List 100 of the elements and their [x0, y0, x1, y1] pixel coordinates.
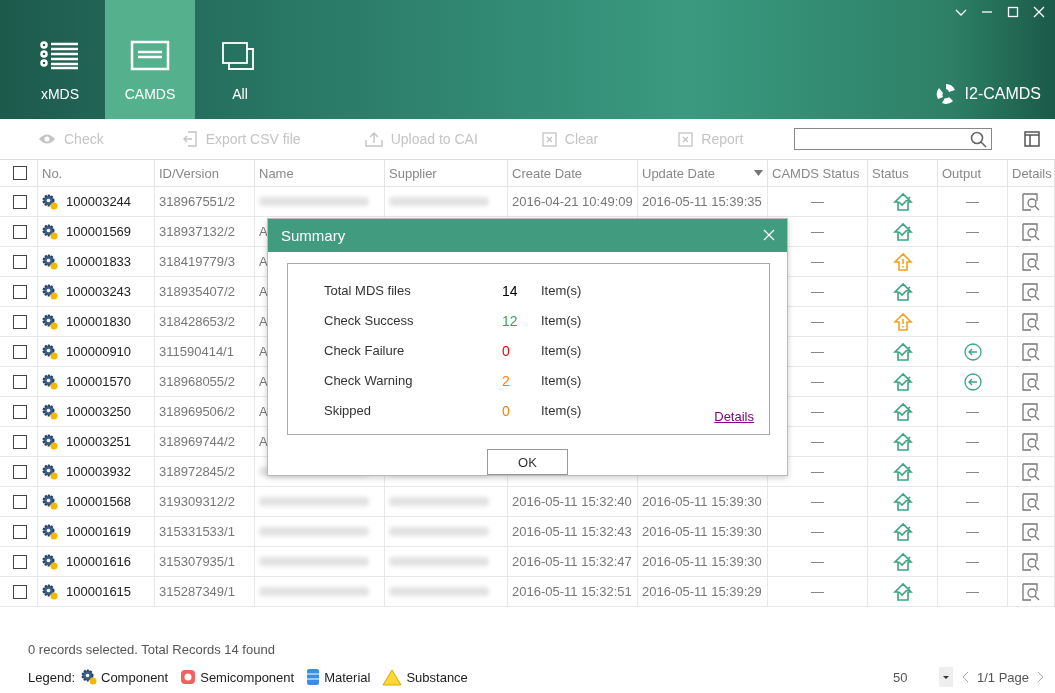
page-indicator: 1/1 Page [976, 669, 1029, 685]
name-text: A [259, 404, 268, 419]
table-cell: — [768, 577, 868, 607]
row-checkbox[interactable] [13, 194, 27, 209]
maximize-icon[interactable] [1007, 6, 1019, 18]
column-header[interactable]: Status [868, 160, 938, 187]
component-icon [42, 583, 58, 600]
name-text: A [259, 344, 268, 359]
column-header[interactable]: Create Date [508, 160, 638, 187]
nav-tab[interactable]: All [195, 0, 285, 119]
number-text: 100003244 [66, 194, 132, 209]
semicomponent-icon [180, 669, 197, 685]
close-icon[interactable] [763, 229, 775, 242]
component-icon [42, 463, 58, 480]
details-icon[interactable] [1022, 222, 1040, 241]
component-icon [42, 403, 58, 420]
sort-arrow-icon[interactable] [754, 170, 763, 176]
summary-unit: Item(s) [541, 373, 582, 389]
row-checkbox[interactable] [13, 554, 27, 569]
summary-label: Skipped [324, 403, 371, 419]
column-header[interactable]: No. [38, 160, 155, 187]
output-text: — [966, 434, 979, 449]
column-header[interactable]: Name [255, 160, 385, 187]
details-link[interactable]: Details [714, 409, 754, 425]
check-house-icon [892, 431, 913, 452]
details-icon[interactable] [1022, 372, 1040, 391]
row-checkbox[interactable] [13, 284, 27, 299]
logo-icon [934, 83, 957, 105]
output-text: — [966, 314, 979, 329]
previous-page-icon[interactable] [960, 671, 969, 683]
summary-count: 14 [502, 282, 518, 299]
close-icon[interactable] [1033, 6, 1045, 18]
row-checkbox[interactable] [13, 344, 27, 359]
column-header[interactable]: Update Date [638, 160, 768, 187]
details-icon[interactable] [1022, 582, 1040, 601]
table-cell: 2016-05-11 15:39:29 [638, 577, 768, 607]
details-icon[interactable] [1022, 462, 1040, 481]
summary-unit: Item(s) [541, 313, 582, 329]
column-header[interactable]: Details [1008, 160, 1055, 187]
component-icon [42, 433, 58, 450]
details-icon[interactable] [1022, 402, 1040, 421]
next-page-icon[interactable] [1037, 671, 1045, 683]
details-icon[interactable] [1022, 342, 1040, 361]
output-text: — [966, 224, 979, 239]
details-icon[interactable] [1022, 192, 1040, 211]
row-checkbox[interactable] [13, 314, 27, 329]
details-icon[interactable] [1022, 252, 1040, 271]
table-cell: 2016-05-11 15:32:51 [508, 577, 638, 607]
list-icon [40, 40, 80, 72]
table-cell: 315331533/1 [155, 517, 255, 547]
table-cell: — [768, 517, 868, 547]
select-all-checkbox[interactable] [13, 166, 27, 180]
row-checkbox[interactable] [13, 584, 27, 599]
number-text: 100001615 [66, 584, 132, 599]
row-checkbox[interactable] [13, 494, 27, 509]
ok-button[interactable]: OK [487, 449, 568, 475]
row-checkbox[interactable] [13, 524, 27, 539]
nav-tab[interactable]: xMDS [15, 0, 105, 119]
window-icon [130, 40, 170, 72]
row-checkbox[interactable] [13, 224, 27, 239]
page-size-dropdown[interactable]: 50 [892, 667, 953, 687]
table-cell: 318935407/2 [155, 277, 255, 307]
details-icon[interactable] [1022, 492, 1040, 511]
material-icon [306, 668, 321, 686]
row-checkbox[interactable] [13, 254, 27, 269]
number-text: 100001570 [66, 374, 132, 389]
column-header[interactable]: Supplier [385, 160, 508, 187]
table-cell: — [768, 187, 868, 217]
row-checkbox[interactable] [13, 404, 27, 419]
substance-icon [382, 668, 403, 686]
check-house-icon [892, 341, 913, 362]
component-icon [42, 553, 58, 570]
nav-tab[interactable]: CAMDS [105, 0, 195, 119]
component-icon [42, 373, 58, 390]
table-cell: 2016-05-11 15:39:35 [638, 187, 768, 217]
details-icon[interactable] [1022, 432, 1040, 451]
details-icon[interactable] [1022, 312, 1040, 331]
row-checkbox[interactable] [13, 374, 27, 389]
legend-text: Material [324, 669, 371, 685]
row-checkbox[interactable] [13, 434, 27, 449]
column-header[interactable]: ID/Version [155, 160, 255, 187]
panel-layout-icon[interactable] [1024, 131, 1040, 147]
check-house-icon [892, 491, 913, 512]
legend-text: Component [101, 669, 169, 685]
number-text: 100003243 [66, 284, 132, 299]
output-text: — [966, 494, 979, 509]
details-icon[interactable] [1022, 552, 1040, 571]
summary-count: 12 [502, 312, 518, 329]
number-text: 100001569 [66, 224, 132, 239]
component-icon [42, 313, 58, 330]
nav-tab-label: CAMDS [124, 86, 176, 102]
column-header[interactable]: Output [938, 160, 1008, 187]
row-checkbox[interactable] [13, 464, 27, 479]
number-text: 100003250 [66, 404, 132, 419]
clear-icon [678, 131, 694, 147]
search-field[interactable] [794, 128, 992, 150]
column-header[interactable]: CAMDS Status [768, 160, 868, 187]
legend-text: Semicomponent [200, 669, 295, 685]
details-icon[interactable] [1022, 282, 1040, 301]
details-icon[interactable] [1022, 522, 1040, 541]
